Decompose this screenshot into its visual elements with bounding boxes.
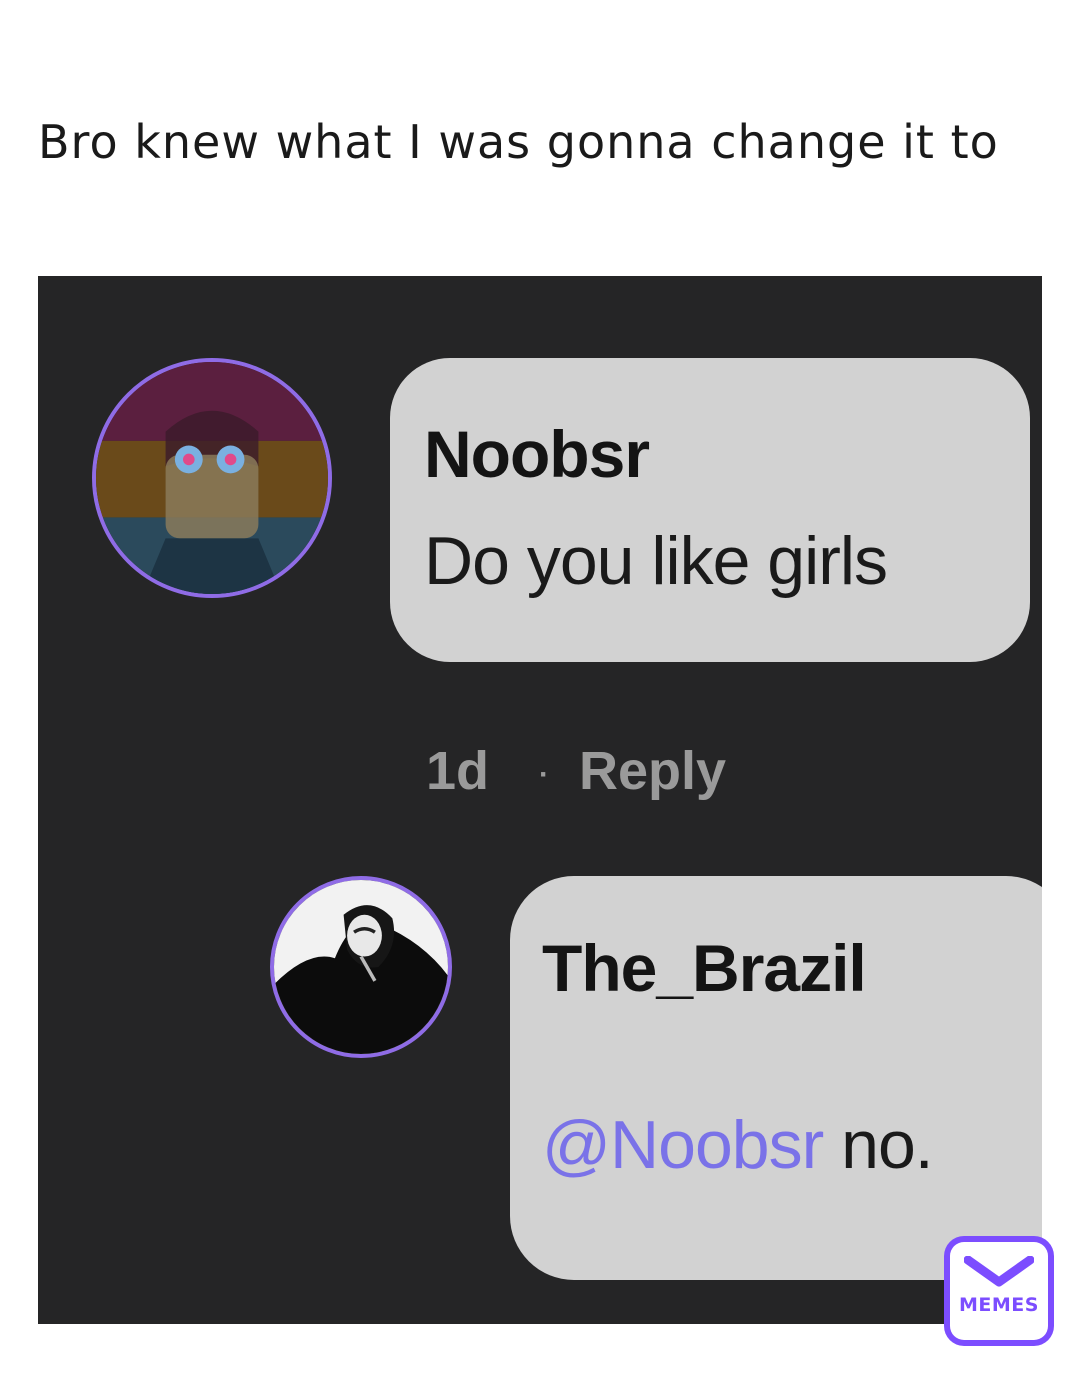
user-avatar-pride-flag-icon xyxy=(96,362,328,594)
reply-text: no. xyxy=(823,1107,934,1183)
comment-username[interactable]: Noobsr xyxy=(424,416,650,492)
comment-bubble-noobsr[interactable]: Noobsr Do you like girls xyxy=(390,358,1030,662)
meme-caption: Bro knew what I was gonna change it to xyxy=(38,115,999,169)
memes-app-logo: MEMES xyxy=(944,1236,1054,1346)
avatar-noobsr[interactable] xyxy=(92,358,332,598)
comment-text: Do you like girls xyxy=(424,523,888,599)
comment-username[interactable]: The_Brazil xyxy=(542,930,867,1006)
comment-thread-screenshot: Noobsr Do you like girls 1d · Reply The_Br… xyxy=(38,276,1042,1324)
mention-link[interactable]: @Noobsr xyxy=(542,1107,824,1183)
avatar-the-brazil[interactable] xyxy=(270,876,452,1058)
logo-text: MEMES xyxy=(959,1294,1039,1316)
envelope-icon xyxy=(964,1256,1034,1287)
meta-separator: · xyxy=(539,757,550,791)
comment-bubble-the-brazil[interactable]: The_Brazil @Noobsr no. xyxy=(510,876,1042,1280)
comment-text: @Noobsr no. xyxy=(542,1106,934,1184)
reply-button[interactable]: Reply xyxy=(579,741,726,801)
comment-meta: 1d · Reply xyxy=(426,740,726,802)
user-avatar-dark-icon xyxy=(274,880,448,1054)
comment-age: 1d xyxy=(426,741,490,801)
